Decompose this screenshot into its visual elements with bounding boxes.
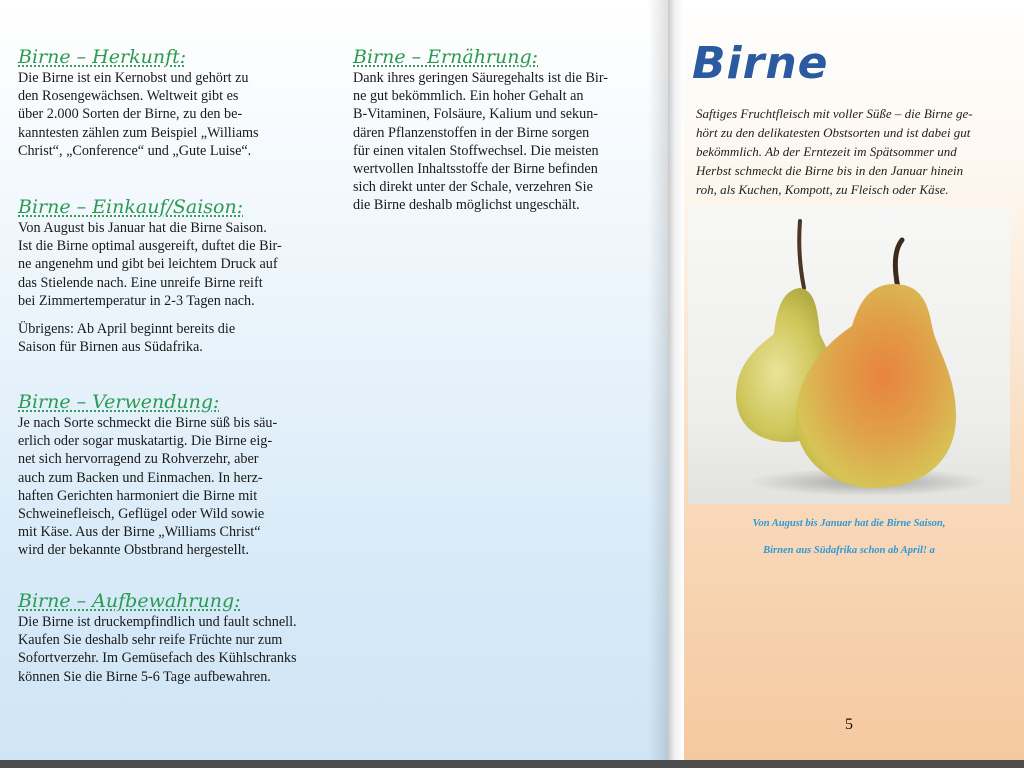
- text-herkunft: Die Birne ist ein Kernobst und gehört zu…: [18, 70, 259, 159]
- page-title: Birne: [692, 38, 829, 89]
- page-gutter: [668, 0, 684, 760]
- text-verwendung: Je nach Sorte schmeckt die Birne süß bis…: [18, 415, 278, 559]
- bottom-strip: [0, 760, 1024, 768]
- heading-verwendung: Birne – Verwendung:: [18, 391, 220, 413]
- front-pear: [795, 237, 957, 488]
- heading-ernaehrung: Birne – Ernährung:: [353, 46, 539, 68]
- right-page: Birne Saftiges Fruchtfleisch mit voller …: [684, 0, 1024, 760]
- heading-herkunft: Birne – Herkunft:: [18, 46, 187, 68]
- left-page: Birne – Herkunft: Die Birne ist ein Kern…: [0, 0, 668, 760]
- pears-illustration: [736, 219, 988, 496]
- pear-photo: [688, 206, 1010, 504]
- heading-einkauf-saison: Birne – Einkauf/Saison:: [18, 196, 244, 218]
- section-verwendung: Birne – Verwendung: Je nach Sorte schmec…: [18, 391, 348, 560]
- text-einkauf-suedafrika: Übrigens: Ab April beginnt bereits die S…: [18, 321, 236, 356]
- heading-aufbewahrung: Birne – Aufbewahrung:: [18, 590, 241, 612]
- page-number: 5: [845, 716, 853, 733]
- text-ernaehrung: Dank ihres geringen Säuregehalts ist die…: [353, 70, 609, 214]
- section-aufbewahrung: Birne – Aufbewahrung: Die Birne ist druc…: [18, 590, 348, 686]
- section-einkauf-saison: Birne – Einkauf/Saison: Von August bis J…: [18, 196, 348, 356]
- section-ernaehrung: Birne – Ernährung: Dank ihres geringen S…: [353, 46, 658, 215]
- text-einkauf-saison: Von August bis Januar hat die Birne Sais…: [18, 220, 282, 309]
- caption-line-2: Birnen aus Südafrika schon ab April! a: [763, 545, 935, 556]
- caption-line-1: Von August bis Januar hat die Birne Sais…: [752, 518, 946, 529]
- section-herkunft: Birne – Herkunft: Die Birne ist ein Kern…: [18, 46, 348, 160]
- text-aufbewahrung: Die Birne ist druckempfindlich und fault…: [18, 614, 297, 685]
- intro-text: Saftiges Fruchtfleisch mit voller Süße –…: [696, 106, 973, 197]
